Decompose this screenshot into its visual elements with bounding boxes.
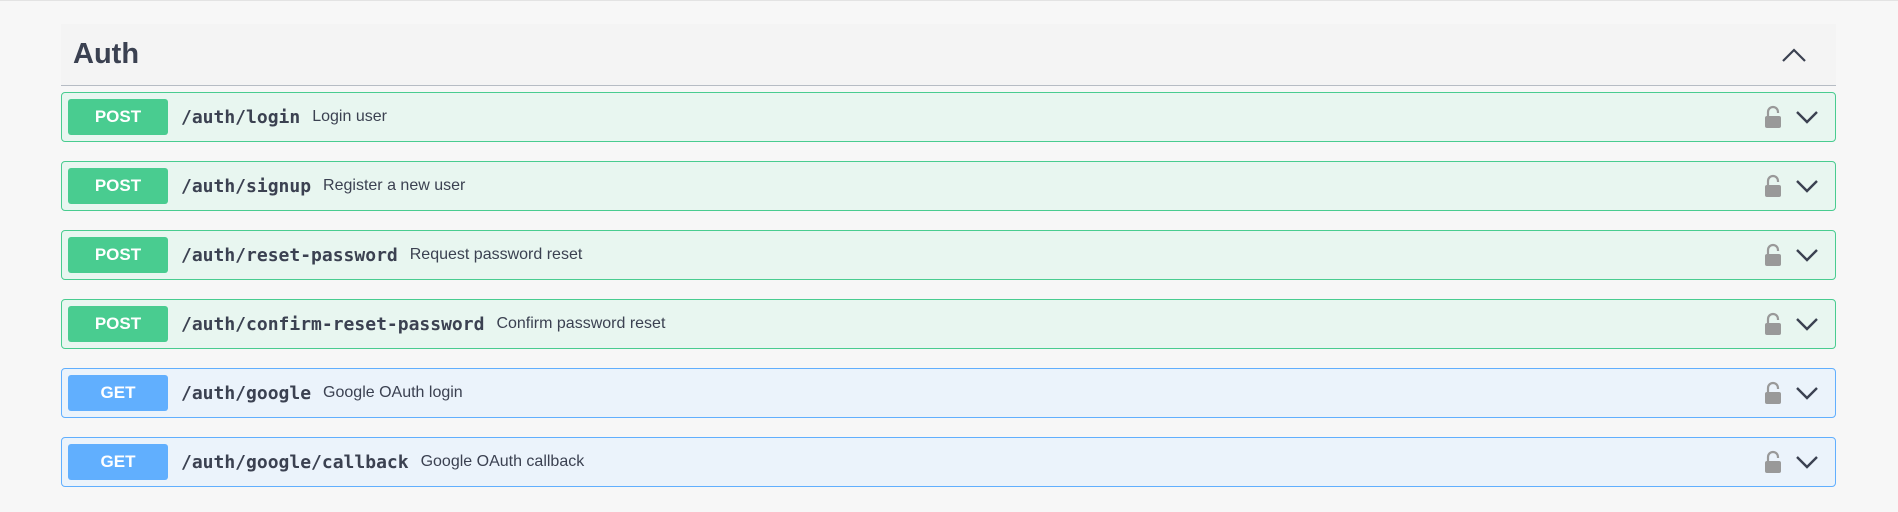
operation-summary: Request password reset (409, 246, 583, 263)
chevron-down-icon (1796, 456, 1818, 469)
method-badge: GET (68, 375, 168, 411)
lock-icon (1765, 105, 1781, 128)
section-title: Auth (73, 38, 140, 70)
method-badge: POST (68, 168, 168, 204)
operation-actions (1761, 448, 1821, 476)
operation-summary: Google OAuth callback (420, 453, 585, 470)
expand-operation-button[interactable] (1793, 103, 1821, 131)
chevron-down-icon (1796, 387, 1818, 400)
operation-row[interactable]: GET /auth/google/callback Google OAuth c… (61, 437, 1836, 487)
operation-actions (1761, 310, 1821, 338)
operation-row[interactable]: POST /auth/reset-password Request passwo… (61, 230, 1836, 280)
operation-row[interactable]: POST /auth/login Login user (61, 92, 1836, 142)
method-badge: POST (68, 306, 168, 342)
lock-icon (1765, 450, 1781, 473)
operation-row[interactable]: POST /auth/signup Register a new user (61, 161, 1836, 211)
method-badge: POST (68, 237, 168, 273)
expand-operation-button[interactable] (1793, 448, 1821, 476)
operation-path: /auth/reset-password (181, 244, 398, 266)
expand-operation-button[interactable] (1793, 241, 1821, 269)
section-header-auth[interactable]: Auth (61, 24, 1836, 86)
operation-path: /auth/signup (181, 175, 312, 197)
operation-actions (1761, 103, 1821, 131)
operation-path: /auth/google (181, 382, 312, 404)
authorize-lock-button[interactable] (1761, 310, 1785, 338)
expand-operation-button[interactable] (1793, 379, 1821, 407)
operation-actions (1761, 379, 1821, 407)
lock-icon (1765, 312, 1781, 335)
auth-section: Auth POST /auth/login Login user POST /a… (61, 24, 1836, 506)
chevron-down-icon (1796, 180, 1818, 193)
collapse-section-button[interactable] (1774, 35, 1814, 75)
operation-path: /auth/login (181, 106, 301, 128)
authorize-lock-button[interactable] (1761, 241, 1785, 269)
lock-icon (1765, 243, 1781, 266)
chevron-up-icon (1782, 47, 1806, 62)
authorize-lock-button[interactable] (1761, 103, 1785, 131)
chevron-down-icon (1796, 249, 1818, 262)
method-badge: GET (68, 444, 168, 480)
operation-summary: Login user (312, 108, 387, 125)
operation-row[interactable]: POST /auth/confirm-reset-password Confir… (61, 299, 1836, 349)
chevron-down-icon (1796, 111, 1818, 124)
authorize-lock-button[interactable] (1761, 172, 1785, 200)
operation-summary: Register a new user (323, 177, 466, 194)
top-divider (0, 0, 1898, 1)
method-badge: POST (68, 99, 168, 135)
lock-icon (1765, 174, 1781, 197)
operation-summary: Confirm password reset (496, 315, 666, 332)
lock-icon (1765, 381, 1781, 404)
operation-row[interactable]: GET /auth/google Google OAuth login (61, 368, 1836, 418)
operation-path: /auth/confirm-reset-password (181, 313, 485, 335)
operation-path: /auth/google/callback (181, 451, 409, 473)
operation-actions (1761, 172, 1821, 200)
expand-operation-button[interactable] (1793, 310, 1821, 338)
authorize-lock-button[interactable] (1761, 448, 1785, 476)
expand-operation-button[interactable] (1793, 172, 1821, 200)
chevron-down-icon (1796, 318, 1818, 331)
operations-list: POST /auth/login Login user POST /auth/s… (61, 92, 1836, 487)
operation-summary: Google OAuth login (323, 384, 463, 401)
operation-actions (1761, 241, 1821, 269)
authorize-lock-button[interactable] (1761, 379, 1785, 407)
